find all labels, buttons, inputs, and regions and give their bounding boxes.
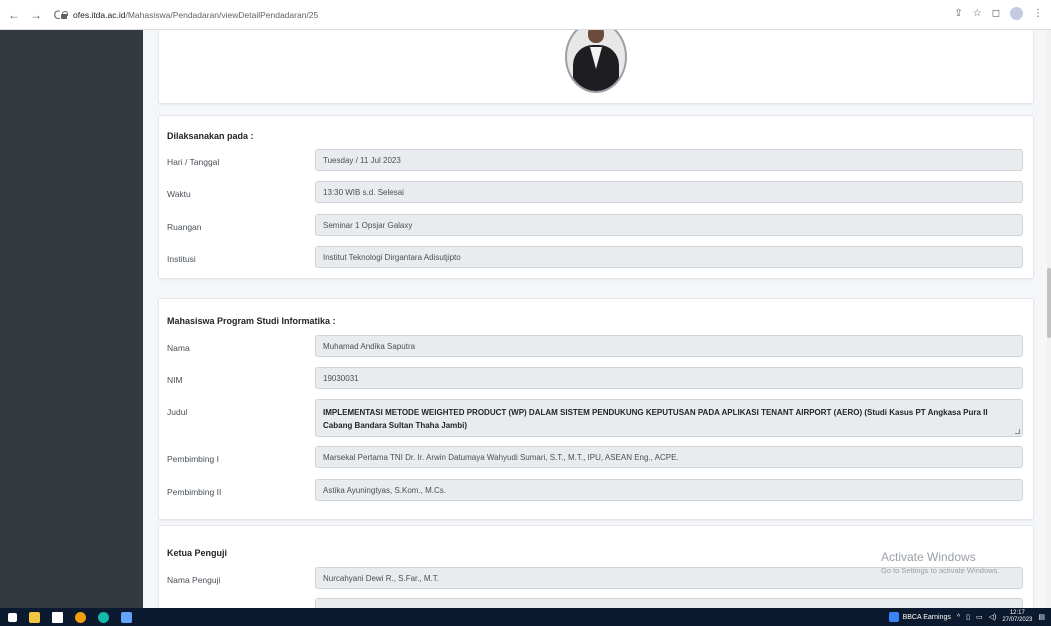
app-icon[interactable] — [121, 611, 132, 623]
tab-icon[interactable]: ◻ — [992, 8, 1000, 19]
label-judul: Judul — [167, 407, 188, 417]
label-pembimbing-1: Pembimbing I — [167, 454, 219, 464]
field-hari-tanggal: Tuesday / 11 Jul 2023 — [315, 149, 1023, 171]
file-explorer-icon[interactable] — [29, 611, 40, 623]
field-waktu: 13:30 WIB s.d. Selesai — [315, 181, 1023, 203]
news-widget[interactable]: BBCA Earnings — [888, 612, 951, 622]
label-institusi: Institusi — [167, 254, 196, 264]
label-nama-penguji: Nama Penguji — [167, 575, 221, 585]
watermark-subtitle: Go to Settings to activate Windows. — [881, 566, 1000, 575]
url-domain: ofes.itda.ac.id — [73, 9, 126, 20]
forward-arrow-icon[interactable]: → — [28, 7, 44, 23]
student-card: Mahasiswa Program Studi Informatika : Na… — [158, 298, 1034, 520]
share-icon[interactable]: ⇪ — [954, 8, 962, 19]
address-bar[interactable]: ofes.itda.ac.id /Mahasiswa/Pendadaran/vi… — [60, 4, 990, 25]
label-pembimbing-2: Pembimbing II — [167, 487, 222, 497]
field-pembimbing-1: Marsekal Pertama TNI Dr. Ir. Arwin Datum… — [315, 446, 1023, 468]
edge-icon[interactable] — [98, 611, 109, 623]
clock-date: 27/07/2023 — [1002, 617, 1033, 623]
chrome-icon[interactable] — [75, 611, 86, 623]
label-ruangan: Ruangan — [167, 222, 202, 232]
back-arrow-icon[interactable]: ← — [6, 7, 22, 23]
clock-time: 12:17 — [1009, 610, 1025, 616]
field-pembimbing-2: Astika Ayuningtyas, S.Kom., M.Cs. — [315, 479, 1023, 501]
browser-toolbar: ← → C ofes.itda.ac.id /Mahasiswa/Pendada… — [0, 0, 1051, 30]
chevron-up-icon[interactable]: ^ — [957, 614, 960, 621]
page-scrollbar[interactable] — [1047, 30, 1051, 608]
activate-windows-watermark: Activate Windows Go to Settings to activ… — [881, 550, 999, 575]
news-icon — [888, 612, 899, 622]
system-tray: BBCA Earnings ^ ▯ ▭ ◁) 12:17 27/07/2023 … — [888, 610, 1045, 624]
student-photo — [565, 30, 627, 93]
clock[interactable]: 12:17 27/07/2023 — [1002, 610, 1032, 624]
field-nama: Muhamad Andika Saputra — [315, 335, 1023, 357]
resize-handle-icon[interactable] — [1015, 429, 1020, 434]
label-nama: Nama — [167, 343, 190, 353]
scrollbar-thumb[interactable] — [1047, 268, 1051, 338]
photo-card — [158, 30, 1034, 104]
network-icon[interactable]: ▭ — [976, 613, 983, 621]
field-nim: 19030031 — [315, 367, 1023, 389]
browser-actions: ⇪ ☆ ◻ ⋮ — [954, 7, 1043, 20]
battery-icon[interactable]: ▯ — [966, 613, 970, 621]
examiner-title: Ketua Penguji — [167, 548, 228, 558]
lock-icon — [60, 10, 68, 19]
volume-icon[interactable]: ◁) — [989, 613, 997, 621]
label-hari-tanggal: Hari / Tanggal — [167, 157, 220, 167]
label-waktu: Waktu — [167, 189, 191, 199]
field-ruangan: Seminar 1 Opsjar Galaxy — [315, 214, 1023, 236]
judul-text: IMPLEMENTASI METODE WEIGHTED PRODUCT (WP… — [323, 408, 988, 430]
start-windows-icon[interactable] — [8, 612, 17, 622]
app-sidebar — [0, 30, 143, 608]
notification-icon[interactable]: ▤ — [1038, 613, 1045, 621]
schedule-title: Dilaksanakan pada : — [167, 131, 254, 141]
bookmark-star-icon[interactable]: ☆ — [973, 8, 982, 19]
schedule-card: Dilaksanakan pada : Hari / Tanggal Tuesd… — [158, 115, 1034, 279]
main-content: Dilaksanakan pada : Hari / Tanggal Tuesd… — [143, 30, 1047, 608]
url-path: /Mahasiswa/Pendadaran/viewDetailPendadar… — [125, 9, 319, 20]
field-judul[interactable]: IMPLEMENTASI METODE WEIGHTED PRODUCT (WP… — [315, 399, 1023, 437]
windows-taskbar: BBCA Earnings ^ ▯ ▭ ◁) 12:17 27/07/2023 … — [0, 608, 1051, 626]
field-institusi: Institut Teknologi Dirgantara Adisutjipt… — [315, 246, 1023, 268]
mail-icon[interactable] — [52, 611, 63, 623]
field-next-partial — [315, 598, 1023, 608]
menu-kebab-icon[interactable]: ⋮ — [1033, 8, 1043, 19]
watermark-title: Activate Windows — [881, 550, 976, 564]
label-nim: NIM — [167, 375, 183, 385]
profile-avatar-icon[interactable] — [1010, 7, 1023, 20]
news-text: BBCA Earnings — [902, 613, 951, 621]
student-title: Mahasiswa Program Studi Informatika : — [167, 316, 336, 326]
